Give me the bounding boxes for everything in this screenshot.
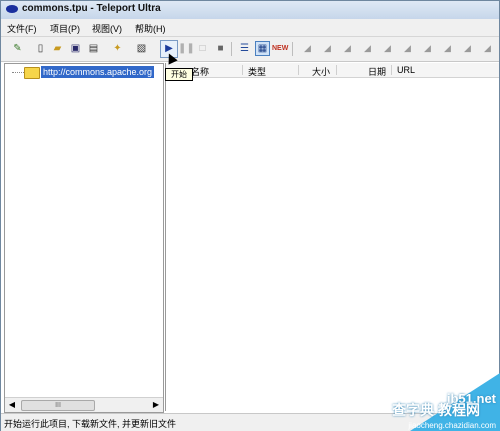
status-text: 开始运行此项目, 下载新文件, 并更新旧文件 (4, 419, 177, 429)
toolbar-separator (231, 42, 232, 56)
file-list-header: 名称 类型 大小 日期 URL (166, 63, 499, 78)
bookmark-icon[interactable]: ◢ (303, 42, 312, 55)
stop-icon[interactable]: □ (196, 42, 209, 55)
scrollbar-thumb[interactable]: III (21, 400, 95, 411)
column-divider[interactable] (336, 65, 337, 75)
bookmark-icon[interactable]: ◢ (423, 42, 432, 55)
bookmark-icon[interactable]: ◢ (323, 42, 332, 55)
open-icon[interactable]: ▰ (51, 42, 64, 55)
horizontal-scrollbar[interactable]: ◀ III ▶ (5, 397, 163, 412)
delete-icon[interactable]: ▧ (135, 42, 148, 55)
save-icon[interactable]: ▣ (69, 42, 82, 55)
menu-project[interactable]: 项目(P) (50, 22, 80, 35)
menu-bar: 文件(F) 项目(P) 视图(V) 帮助(H) (1, 19, 499, 37)
properties-icon[interactable]: ▤ (87, 42, 100, 55)
tree-item-label[interactable]: http://commons.apache.org (41, 66, 155, 78)
list-view-icon[interactable]: ☰ (238, 42, 251, 55)
bookmark-icon[interactable]: ◢ (463, 42, 472, 55)
grid-view-icon[interactable]: ▦ (255, 41, 270, 56)
app-icon (6, 5, 18, 13)
column-size[interactable]: 大小 (312, 65, 330, 78)
new-icon[interactable]: NEW (272, 42, 288, 55)
column-type[interactable]: 类型 (248, 65, 266, 78)
bookmark-icon[interactable]: ◢ (363, 42, 372, 55)
bookmark-icon[interactable]: ◢ (443, 42, 452, 55)
column-divider[interactable] (242, 65, 243, 75)
column-divider[interactable] (391, 65, 392, 75)
scroll-left-icon[interactable]: ◀ (5, 398, 19, 412)
pause-icon[interactable]: ❚❚ (178, 42, 195, 55)
watermark-subtitle: jiaocheng.chazidian.com (408, 421, 496, 430)
bookmark-icon[interactable]: ◢ (343, 42, 352, 55)
title-bar[interactable]: commons.tpu - Teleport Ultra (1, 1, 499, 19)
watermark: jb51.net 查字典 教程网 jiaocheng.chazidian.com (340, 369, 500, 431)
bookmark-icon[interactable]: ◢ (383, 42, 392, 55)
toolbar: ✎ ▯ ▰ ▣ ▤ ✦ ▧ ▶ ❚❚ □ ■ ☰ ▦ NEW ◢ ◢ ◢ ◢ ◢… (1, 37, 499, 62)
new-file-icon[interactable]: ▯ (34, 42, 47, 55)
toolbar-separator (292, 42, 293, 56)
menu-view[interactable]: 视图(V) (92, 22, 122, 35)
stop-all-icon[interactable]: ■ (214, 42, 227, 55)
folder-icon (24, 67, 40, 79)
watermark-name: 查字典 教程网 (392, 402, 480, 418)
app-window: commons.tpu - Teleport Ultra 文件(F) 项目(P)… (0, 0, 500, 431)
file-list-pane[interactable]: 名称 类型 大小 日期 URL (165, 63, 499, 411)
new-project-icon[interactable]: ✎ (11, 42, 24, 55)
menu-file[interactable]: 文件(F) (7, 22, 37, 35)
scroll-right-icon[interactable]: ▶ (149, 398, 163, 412)
window-title: commons.tpu - Teleport Ultra (22, 3, 161, 14)
project-tree-pane[interactable]: http://commons.apache.org ◀ III ▶ (4, 63, 164, 413)
column-date[interactable]: 日期 (368, 65, 386, 78)
column-divider[interactable] (298, 65, 299, 75)
wizard-icon[interactable]: ✦ (111, 42, 124, 55)
start-tooltip: 开始 (165, 68, 193, 81)
menu-help[interactable]: 帮助(H) (135, 22, 166, 35)
bookmark-icon[interactable]: ◢ (483, 42, 492, 55)
column-url[interactable]: URL (397, 65, 415, 75)
column-name[interactable]: 名称 (191, 65, 209, 78)
bookmark-icon[interactable]: ◢ (403, 42, 412, 55)
